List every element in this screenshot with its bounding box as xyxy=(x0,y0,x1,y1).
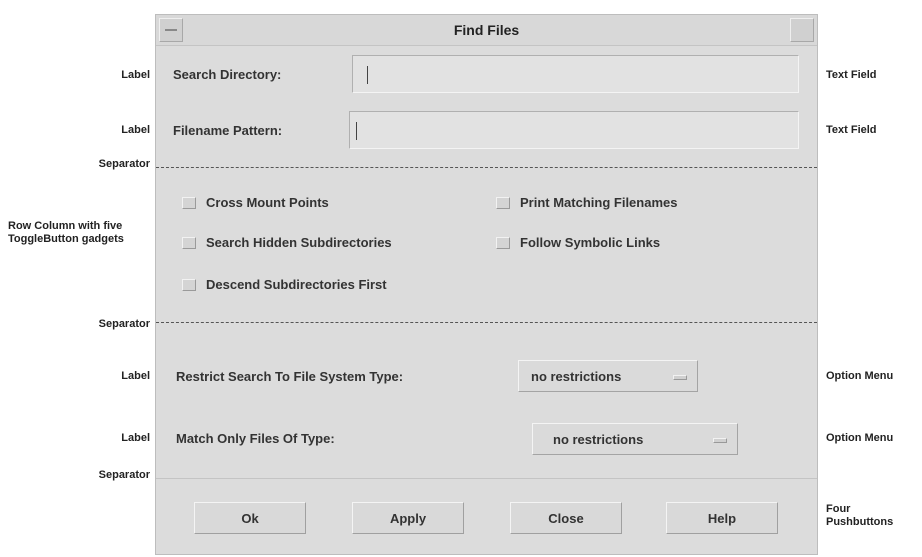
annotation-separator-2: Separator xyxy=(98,318,150,330)
annotation-text-field-2: Text Field xyxy=(826,124,877,136)
annotation-label-4: Label xyxy=(121,432,150,444)
window-title: Find Files xyxy=(453,22,520,38)
toggle-descend-subdirectories-first[interactable]: Descend Subdirectories First xyxy=(182,277,387,292)
annotation-separator-3: Separator xyxy=(98,469,150,481)
option-menu-value: no restrictions xyxy=(531,368,622,384)
restrict-search-label: Restrict Search To File System Type: xyxy=(176,369,404,384)
toggle-indicator xyxy=(496,196,510,209)
search-directory-label: Search Directory: xyxy=(173,67,282,82)
file-system-type-option-menu[interactable]: no restrictions xyxy=(518,360,698,392)
toggle-cross-mount-points[interactable]: Cross Mount Points xyxy=(182,195,329,210)
toggle-label: Follow Symbolic Links xyxy=(520,235,661,250)
toggle-label: Print Matching Filenames xyxy=(520,195,678,210)
match-files-label: Match Only Files Of Type: xyxy=(176,431,335,446)
annotation-pushbuttons: Four Pushbuttons xyxy=(826,503,894,528)
filename-pattern-field[interactable] xyxy=(349,111,799,149)
title-bar[interactable]: Find Files xyxy=(156,15,817,46)
annotation-label-2: Label xyxy=(121,124,150,136)
maximize-button[interactable] xyxy=(790,18,814,42)
toggle-search-hidden-subdirectories[interactable]: Search Hidden Subdirectories xyxy=(182,235,392,250)
separator-2 xyxy=(156,322,817,323)
option-menu-value: no restrictions xyxy=(553,431,644,447)
toggle-indicator xyxy=(182,236,196,249)
toggle-label: Cross Mount Points xyxy=(206,195,329,210)
toggle-print-matching-filenames[interactable]: Print Matching Filenames xyxy=(496,195,677,210)
find-files-dialog: Find Files Search Directory: Filename Pa… xyxy=(155,14,818,555)
annotation-option-menu-1: Option Menu xyxy=(826,370,894,382)
annotation-label-3: Label xyxy=(121,370,150,382)
close-button[interactable]: Close xyxy=(510,502,622,534)
text-cursor xyxy=(367,66,368,84)
annotation-option-menu-2: Option Menu xyxy=(826,432,894,444)
annotation-text-field-1: Text Field xyxy=(826,69,877,81)
filename-pattern-label: Filename Pattern: xyxy=(173,123,283,138)
ok-button[interactable]: Ok xyxy=(194,502,306,534)
option-menu-indicator-icon xyxy=(713,438,727,443)
option-menu-indicator-icon xyxy=(673,375,687,380)
toggle-label: Search Hidden Subdirectories xyxy=(206,235,392,250)
separator-1 xyxy=(156,167,817,168)
toggle-indicator xyxy=(496,236,510,249)
toggle-follow-symbolic-links[interactable]: Follow Symbolic Links xyxy=(496,235,660,250)
toggle-indicator xyxy=(182,196,196,209)
annotation-label-1: Label xyxy=(121,69,150,81)
annotation-separator-1: Separator xyxy=(98,158,150,170)
text-cursor xyxy=(356,122,357,140)
annotation-row-column: Row Column with five ToggleButton gadget… xyxy=(8,220,124,245)
help-button[interactable]: Help xyxy=(666,502,778,534)
toggle-label: Descend Subdirectories First xyxy=(206,277,387,292)
separator-3 xyxy=(156,478,817,479)
toggle-indicator xyxy=(182,278,196,291)
search-directory-field[interactable] xyxy=(352,55,799,93)
file-type-option-menu[interactable]: no restrictions xyxy=(532,423,738,455)
apply-button[interactable]: Apply xyxy=(352,502,464,534)
